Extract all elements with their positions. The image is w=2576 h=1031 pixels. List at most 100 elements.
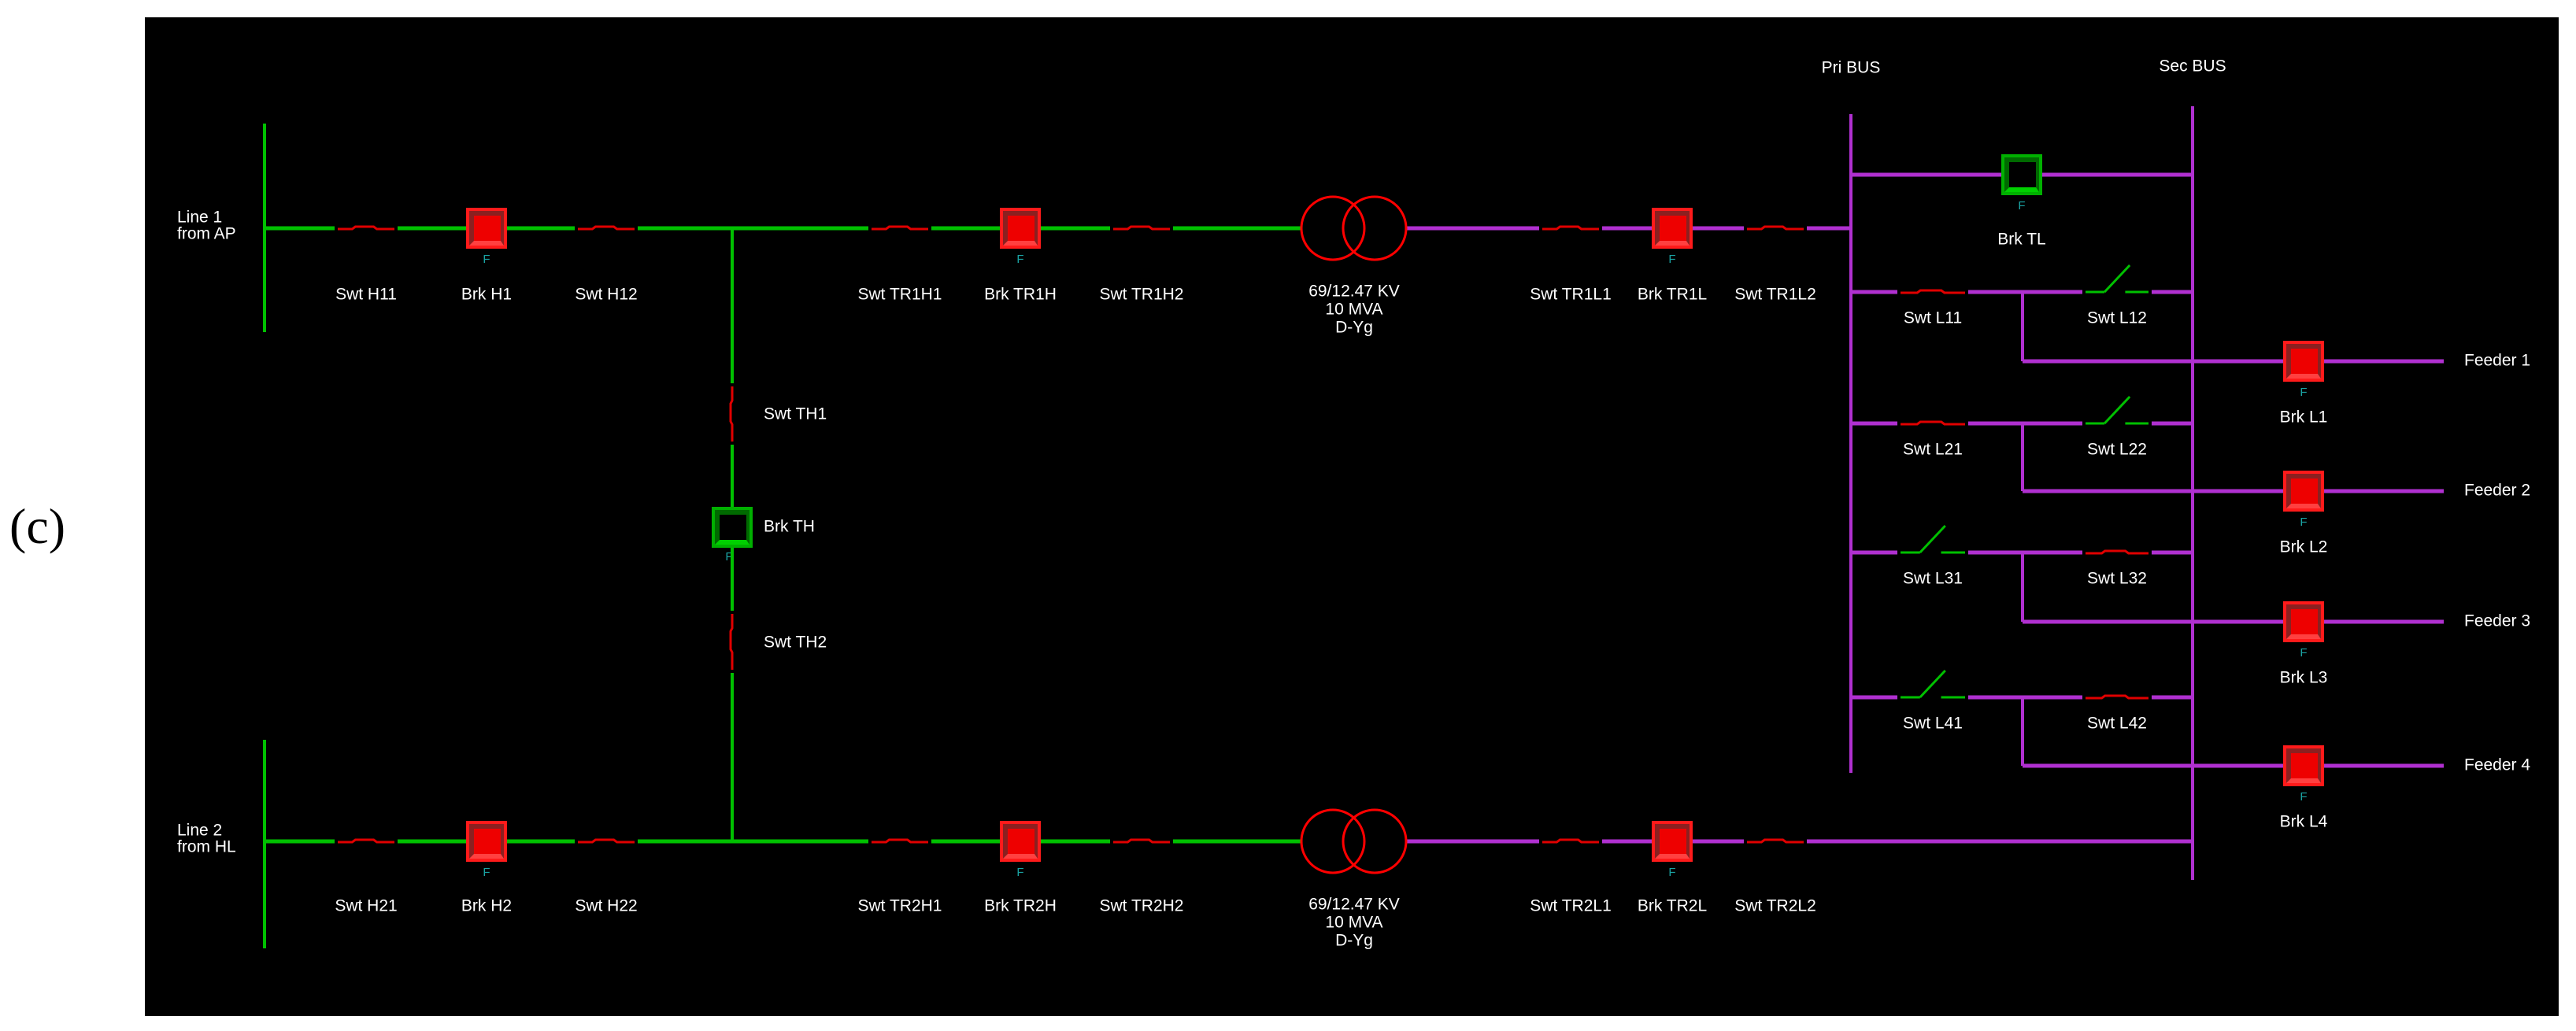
switch-label: Swt L31 (1903, 570, 1963, 588)
breaker-flag: F (1016, 866, 1023, 879)
switch-label: Swt TR1H1 (858, 286, 942, 304)
switch-label: Swt TR2L2 (1734, 897, 1816, 915)
breaker-label: Brk TR2L (1638, 897, 1707, 915)
breaker-label: Brk H2 (461, 897, 512, 915)
source-label: Line 2 (177, 822, 222, 840)
breaker-face (2291, 753, 2318, 780)
transformer-winding-secondary (1342, 808, 1408, 874)
switch-swt-l21[interactable] (1901, 420, 1965, 426)
breaker-face (1660, 829, 1686, 855)
breaker-brk-l4[interactable]: F (2283, 745, 2324, 804)
breaker-flag: F (2300, 790, 2307, 804)
breaker-flag: F (1016, 253, 1023, 266)
breaker-flag: F (2300, 386, 2307, 399)
switch-swt-tr1h1[interactable] (872, 225, 928, 231)
closed-switch-blade (578, 225, 635, 231)
open-switch-blade (2104, 395, 2131, 425)
switch-swt-h21[interactable] (338, 838, 394, 844)
switch-label: Swt H21 (335, 897, 397, 915)
switch-swt-h12[interactable] (578, 225, 635, 231)
breaker-brk-tr2h[interactable]: F (1000, 821, 1041, 879)
breaker-face (2291, 479, 2318, 505)
switch-swt-tr1h2[interactable] (1113, 225, 1170, 231)
transformer-winding-primary (1300, 808, 1366, 874)
breaker-bevel-light (2286, 778, 2321, 783)
switch-label: Swt TR1L1 (1530, 286, 1612, 304)
switch-swt-th2[interactable] (729, 614, 734, 670)
breaker-label: Brk TL (1997, 231, 2045, 249)
breaker-bevel-light (2286, 634, 2321, 639)
closed-switch-blade (578, 838, 635, 844)
closed-switch-blade (2086, 694, 2149, 700)
breaker-brk-tl[interactable]: F (2001, 154, 2042, 212)
switch-swt-h22[interactable] (578, 838, 635, 844)
breaker-bevel-light (2004, 187, 2039, 192)
breaker-bevel-light (469, 854, 504, 859)
breaker-brk-tr1l[interactable]: F (1652, 208, 1693, 266)
open-switch-blade (2104, 264, 2131, 294)
breaker-flag: F (483, 866, 490, 879)
source-label: from AP (177, 225, 236, 243)
breaker-face-open (2009, 162, 2036, 189)
breaker-brk-tr1h[interactable]: F (1000, 208, 1041, 266)
breaker-label: Brk L1 (2280, 408, 2328, 427)
breaker-brk-h2[interactable]: F (466, 821, 507, 879)
switch-swt-l32[interactable] (2086, 549, 2149, 555)
breaker-face (2291, 349, 2318, 375)
breaker-face (474, 829, 501, 855)
switch-swt-tr1l2[interactable] (1747, 225, 1804, 231)
breaker-brk-tr2l[interactable]: F (1652, 821, 1693, 879)
breaker-flag: F (483, 253, 490, 266)
closed-switch-blade (1901, 420, 1965, 426)
breaker-face (474, 216, 501, 242)
transformer-winding-primary (1300, 195, 1366, 261)
switch-label: Swt L21 (1903, 441, 1963, 459)
switch-swt-l11[interactable] (1901, 289, 1965, 294)
breaker-brk-h1[interactable]: F (466, 208, 507, 266)
switch-swt-l41[interactable] (1901, 669, 1965, 699)
closed-switch-blade (1113, 838, 1170, 844)
pri-bus-label: Pri BUS (1822, 59, 1881, 77)
breaker-brk-l2[interactable]: F (2283, 471, 2324, 529)
closed-switch-blade (338, 838, 394, 844)
switch-swt-tr2h1[interactable] (872, 838, 928, 844)
switch-swt-tr1l1[interactable] (1542, 225, 1599, 231)
feeder-label: Feeder 1 (2464, 352, 2530, 370)
transformer-1: 69/12.47 KV10 MVAD-Yg (1300, 195, 1408, 337)
breaker-flag: F (2300, 516, 2307, 529)
transformer-rating-label: D-Yg (1335, 319, 1373, 337)
breaker-bevel-light (2286, 374, 2321, 379)
closed-switch-blade (1747, 838, 1804, 844)
switch-label: Swt L41 (1903, 715, 1963, 733)
switch-swt-l12[interactable] (2086, 264, 2149, 294)
transformer-rating-label: 69/12.47 KV (1308, 283, 1400, 301)
breaker-brk-l1[interactable]: F (2283, 341, 2324, 399)
switch-swt-l42[interactable] (2086, 694, 2149, 700)
breaker-label: Brk L4 (2280, 813, 2328, 831)
breaker-label: Brk TR1H (984, 286, 1057, 304)
breaker-label: Brk TR1L (1638, 286, 1707, 304)
transformer-rating-label: D-Yg (1335, 932, 1373, 950)
switch-swt-th1[interactable] (729, 386, 734, 442)
switch-swt-tr2h2[interactable] (1113, 838, 1170, 844)
switch-swt-h11[interactable] (338, 225, 394, 231)
switch-swt-tr2l2[interactable] (1747, 838, 1804, 844)
source-label: from HL (177, 838, 236, 856)
switch-label: Swt L42 (2087, 715, 2147, 733)
closed-switch-blade (729, 386, 734, 442)
transformer-winding-secondary (1342, 195, 1408, 261)
switch-swt-l22[interactable] (2086, 395, 2149, 425)
switch-swt-tr2l1[interactable] (1542, 838, 1599, 844)
breaker-brk-l3[interactable]: F (2283, 601, 2324, 660)
feeder-label: Feeder 2 (2464, 482, 2530, 500)
breaker-face (2291, 609, 2318, 636)
feeder-label: Feeder 3 (2464, 612, 2530, 630)
switch-label: Swt H12 (575, 286, 637, 304)
breaker-flag: F (2300, 646, 2307, 660)
switch-label: Swt L11 (1904, 309, 1962, 327)
switch-label: Swt TH1 (764, 405, 827, 423)
closed-switch-blade (1113, 225, 1170, 231)
switch-swt-l31[interactable] (1901, 524, 1965, 554)
breaker-face-open (720, 515, 746, 541)
breaker-label: Brk TH (764, 518, 815, 536)
